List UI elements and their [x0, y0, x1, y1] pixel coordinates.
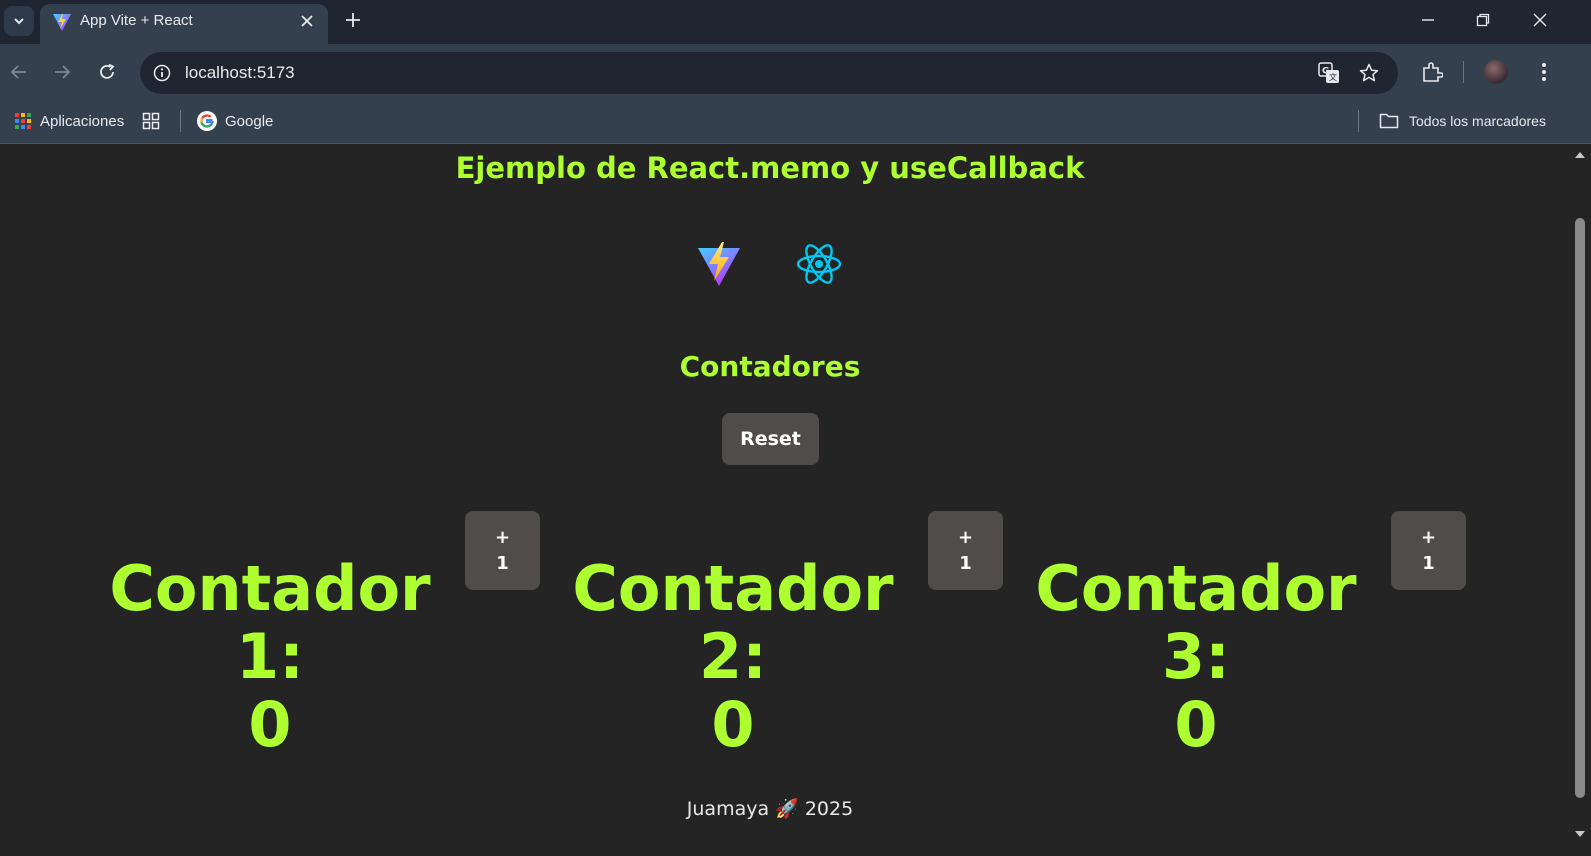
vite-logo-icon[interactable]	[695, 240, 743, 288]
bookmark-star-icon[interactable]	[1357, 61, 1381, 85]
increment-counter-3-button[interactable]: + 1	[1391, 511, 1466, 590]
bookmark-divider-right	[1358, 110, 1359, 132]
active-tab[interactable]: App Vite + React	[40, 4, 328, 44]
translate-icon[interactable]: G文	[1317, 61, 1341, 85]
profile-avatar[interactable]	[1484, 60, 1508, 84]
more-menu-icon[interactable]	[1530, 58, 1558, 86]
bookmark-google[interactable]: Google	[197, 107, 273, 135]
scrollbar[interactable]	[1568, 145, 1591, 856]
close-window-button[interactable]	[1512, 0, 1568, 40]
close-tab-icon[interactable]	[296, 10, 318, 32]
new-tab-button[interactable]	[340, 7, 366, 33]
bookmark-apps[interactable]: Aplicaciones	[14, 107, 124, 135]
folder-icon	[1379, 113, 1399, 129]
plus-icon	[346, 13, 360, 27]
counter-2-value: 0	[711, 688, 755, 761]
restore-icon	[1476, 13, 1490, 27]
minimize-icon	[1422, 19, 1434, 21]
arrow-left-icon	[10, 65, 26, 79]
minimize-button[interactable]	[1400, 0, 1456, 40]
url-text[interactable]: localhost:5173	[185, 63, 295, 83]
counter-1-label: Contador 1:	[109, 552, 431, 693]
tab-groups-icon[interactable]	[142, 107, 160, 135]
page-title: Ejemplo de React.memo y useCallback	[455, 151, 1085, 185]
scroll-down-icon[interactable]	[1572, 827, 1588, 841]
extensions-icon[interactable]	[1418, 58, 1446, 86]
tab-title: App Vite + React	[80, 12, 193, 29]
footer-text: Juamaya 🚀 2025	[686, 798, 854, 820]
scroll-up-icon[interactable]	[1572, 148, 1588, 162]
site-info-icon[interactable]	[150, 61, 174, 85]
address-bar[interactable]: localhost:5173 G文	[140, 52, 1398, 94]
chevron-down-icon	[14, 18, 24, 25]
forward-button[interactable]	[48, 58, 76, 86]
tab-strip: App Vite + React	[0, 0, 1591, 44]
bookmark-divider	[180, 110, 181, 132]
increment-counter-2-button[interactable]: + 1	[928, 511, 1003, 590]
counter-2-label: Contador 2:	[572, 552, 894, 693]
toolbar-divider	[1463, 61, 1464, 83]
all-bookmarks-label: Todos los marcadores	[1409, 113, 1546, 129]
counter-2: Contador 2: 0	[533, 555, 933, 759]
svg-text:文: 文	[1329, 72, 1337, 82]
page-viewport: Ejemplo de React.memo y useCallback Cont…	[0, 145, 1568, 856]
counter-3-label: Contador 3:	[1035, 552, 1357, 693]
reload-icon	[100, 63, 115, 79]
google-icon	[197, 111, 217, 131]
browser-toolbar: localhost:5173 G文	[0, 44, 1591, 100]
all-bookmarks-button[interactable]: Todos los marcadores	[1379, 107, 1546, 135]
counter-1: Contador 1: 0	[70, 555, 470, 759]
react-logo-icon[interactable]	[795, 240, 843, 288]
close-icon	[1533, 13, 1547, 27]
apps-grid-icon	[15, 113, 31, 129]
counter-1-value: 0	[248, 688, 292, 761]
reset-button[interactable]: Reset	[722, 413, 819, 465]
bookmark-google-label: Google	[225, 112, 274, 130]
back-button[interactable]	[5, 58, 33, 86]
counter-3: Contador 3: 0	[996, 555, 1396, 759]
section-title: Contadores	[679, 350, 861, 383]
bookmark-apps-label: Aplicaciones	[40, 112, 125, 130]
restore-button[interactable]	[1455, 0, 1511, 40]
arrow-right-icon	[55, 65, 71, 79]
logo-row	[0, 240, 1540, 290]
increment-counter-1-button[interactable]: + 1	[465, 511, 540, 590]
scrollbar-thumb[interactable]	[1575, 218, 1585, 798]
vite-favicon-icon	[53, 13, 71, 31]
tab-search-button[interactable]	[4, 6, 34, 36]
reload-button[interactable]	[93, 58, 121, 86]
counter-3-value: 0	[1174, 688, 1218, 761]
bookmarks-bar: Aplicaciones Google Todos los marcadores	[0, 100, 1591, 144]
